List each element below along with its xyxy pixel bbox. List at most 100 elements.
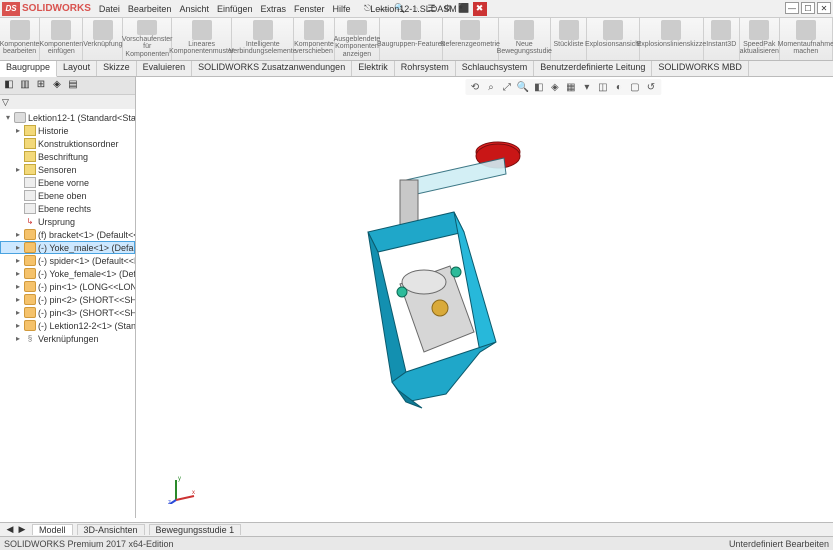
- tree-twist-icon[interactable]: ▸: [16, 308, 24, 317]
- tree-twist-icon[interactable]: ▸: [16, 165, 24, 174]
- tree-origin[interactable]: ↳Ursprung: [0, 215, 135, 228]
- menu-datei[interactable]: Datei: [99, 4, 120, 14]
- ribbon-label: Referenzgeometrie: [440, 41, 500, 48]
- tree-root[interactable]: ▾Lektion12-1 (Standard<Standard_Anzeiges…: [0, 111, 135, 124]
- ribbon-2[interactable]: Verknüpfung: [83, 18, 123, 60]
- menu-ansicht[interactable]: Ansicht: [179, 4, 209, 14]
- view-tool-7[interactable]: ▾: [580, 80, 594, 94]
- ribbon-4[interactable]: Lineares Komponentenmuster: [172, 18, 232, 60]
- tree-part-icon: [24, 229, 36, 240]
- command-tab-8[interactable]: Benutzerdefinierte Leitung: [534, 61, 652, 76]
- viewport[interactable]: ⟲⌕⤢🔍◧◈▦▾◫◐▢↺: [136, 77, 833, 518]
- tree-component-1[interactable]: ▸(-) Yoke_male<1> (Default<<Default>_Dis…: [0, 241, 135, 254]
- tree-folder-2[interactable]: Beschriftung: [0, 150, 135, 163]
- ribbon-1[interactable]: Komponenten einfügen: [40, 18, 83, 60]
- command-tab-3[interactable]: Evaluieren: [137, 61, 193, 76]
- ribbon-8[interactable]: Baugruppen-Features: [380, 18, 443, 60]
- quick-icon-7[interactable]: ✖: [473, 2, 487, 16]
- command-tab-2[interactable]: Skizze: [97, 61, 137, 76]
- tree-twist-icon[interactable]: ▸: [16, 230, 24, 239]
- tree-component-3[interactable]: ▸(-) Yoke_female<1> (Default<<Default>_D…: [0, 267, 135, 280]
- tree-component-7[interactable]: ▸(-) Lektion12-2<1> (Standard<Standard_A…: [0, 319, 135, 332]
- tree-twist-icon[interactable]: ▸: [16, 256, 24, 265]
- bottom-tab-2[interactable]: Bewegungsstudie 1: [149, 524, 242, 535]
- tree-twist-icon[interactable]: ▸: [16, 334, 24, 343]
- menu-einfügen[interactable]: Einfügen: [217, 4, 253, 14]
- tree-toolbar-icon-0[interactable]: ◧: [2, 79, 16, 93]
- command-tab-5[interactable]: Elektrik: [352, 61, 395, 76]
- bottom-tab-nav-1[interactable]: ▶: [16, 524, 28, 536]
- tree-component-5[interactable]: ▸(-) pin<2> (SHORT<<SHORT>_Display State…: [0, 293, 135, 306]
- view-tool-3[interactable]: 🔍: [516, 80, 530, 94]
- command-tab-4[interactable]: SOLIDWORKS Zusatzanwendungen: [192, 61, 352, 76]
- ribbon-0[interactable]: Komponente bearbeiten: [0, 18, 40, 60]
- tree-folder-0[interactable]: ▸Historie: [0, 124, 135, 137]
- svg-text:z: z: [168, 500, 171, 504]
- tree-component-6[interactable]: ▸(-) pin<3> (SHORT<<SHORT>_Display State…: [0, 306, 135, 319]
- command-tab-9[interactable]: SOLIDWORKS MBD: [652, 61, 749, 76]
- tree-twist-icon[interactable]: ▸: [16, 321, 24, 330]
- view-tool-4[interactable]: ◧: [532, 80, 546, 94]
- ribbon-16[interactable]: Momentaufnahme machen: [780, 18, 833, 60]
- tree-part-icon: [24, 320, 36, 331]
- view-tool-5[interactable]: ◈: [548, 80, 562, 94]
- tree-twist-icon[interactable]: ▸: [16, 282, 24, 291]
- view-tool-2[interactable]: ⤢: [500, 80, 514, 94]
- view-tool-8[interactable]: ◫: [596, 80, 610, 94]
- tree-toolbar-icon-4[interactable]: ▤: [66, 79, 80, 93]
- ribbon-9[interactable]: Referenzgeometrie: [443, 18, 499, 60]
- tree-toolbar-icon-2[interactable]: ⊞: [34, 79, 48, 93]
- tree-plane-1[interactable]: Ebene oben: [0, 189, 135, 202]
- ribbon-13[interactable]: Explosionslinienskizze: [640, 18, 704, 60]
- tree-twist-icon[interactable]: ▸: [16, 295, 24, 304]
- tree-folder-icon: [24, 164, 36, 175]
- tree-plane-0[interactable]: Ebene vorne: [0, 176, 135, 189]
- view-tool-11[interactable]: ↺: [644, 80, 658, 94]
- command-tab-1[interactable]: Layout: [57, 61, 97, 76]
- tree-plane-2[interactable]: Ebene rechts: [0, 202, 135, 215]
- menu-hilfe[interactable]: Hilfe: [333, 4, 351, 14]
- ribbon-14[interactable]: Instant3D: [704, 18, 740, 60]
- command-tab-7[interactable]: Schlauchsystem: [456, 61, 535, 76]
- command-tab-6[interactable]: Rohrsystem: [395, 61, 456, 76]
- feature-tree-filter[interactable]: ▽: [0, 95, 135, 109]
- tree-twist-icon[interactable]: ▸: [16, 126, 24, 135]
- tree-part-icon: [24, 242, 36, 253]
- tree-twist-icon[interactable]: ▾: [6, 113, 14, 122]
- bottom-tab-0[interactable]: Modell: [32, 524, 73, 535]
- tree-folder-3[interactable]: ▸Sensoren: [0, 163, 135, 176]
- command-tab-0[interactable]: Baugruppe: [0, 61, 57, 77]
- tree-mates[interactable]: ▸§Verknüpfungen: [0, 332, 135, 345]
- tree-component-2[interactable]: ▸(-) spider<1> (Default<<Default>_Displa…: [0, 254, 135, 267]
- tree-component-4[interactable]: ▸(-) pin<1> (LONG<<LONG>_Display State 1…: [0, 280, 135, 293]
- ribbon-5[interactable]: Intelligente Verbindungselemente: [232, 18, 294, 60]
- minimize-button[interactable]: —: [785, 2, 799, 14]
- view-tool-6[interactable]: ▦: [564, 80, 578, 94]
- maximize-button[interactable]: ☐: [801, 2, 815, 14]
- tree-toolbar-icon-3[interactable]: ◈: [50, 79, 64, 93]
- ribbon-15[interactable]: SpeedPak aktualisieren: [740, 18, 780, 60]
- ribbon-11[interactable]: Stückliste: [551, 18, 587, 60]
- ribbon-12[interactable]: Explosionsansicht: [587, 18, 640, 60]
- ribbon-label: Ausgeblendete Komponenten anzeigen: [334, 36, 381, 58]
- view-tool-10[interactable]: ▢: [628, 80, 642, 94]
- ribbon-label: Komponente verschieben: [294, 41, 334, 56]
- tree-twist-icon[interactable]: ▸: [16, 243, 24, 252]
- menu-bearbeiten[interactable]: Bearbeiten: [128, 4, 172, 14]
- ribbon-6[interactable]: Komponente verschieben: [294, 18, 334, 60]
- view-tool-1[interactable]: ⌕: [484, 80, 498, 94]
- view-tool-9[interactable]: ◐: [612, 80, 626, 94]
- menu-fenster[interactable]: Fenster: [294, 4, 325, 14]
- tree-component-0[interactable]: ▸(f) bracket<1> (Default<<Default>_Displ…: [0, 228, 135, 241]
- ribbon-10[interactable]: Neue Bewegungsstudie: [499, 18, 551, 60]
- bottom-tab-1[interactable]: 3D-Ansichten: [77, 524, 145, 535]
- view-tool-0[interactable]: ⟲: [468, 80, 482, 94]
- close-button[interactable]: ✕: [817, 2, 831, 14]
- tree-folder-1[interactable]: Konstruktionsordner: [0, 137, 135, 150]
- menu-extras[interactable]: Extras: [261, 4, 287, 14]
- ribbon-7[interactable]: Ausgeblendete Komponenten anzeigen: [335, 18, 381, 60]
- ribbon-3[interactable]: Vorschaufenster für Komponenten: [123, 18, 172, 60]
- tree-twist-icon[interactable]: ▸: [16, 269, 24, 278]
- bottom-tab-nav-0[interactable]: ◀: [4, 524, 16, 536]
- tree-toolbar-icon-1[interactable]: ▥: [18, 79, 32, 93]
